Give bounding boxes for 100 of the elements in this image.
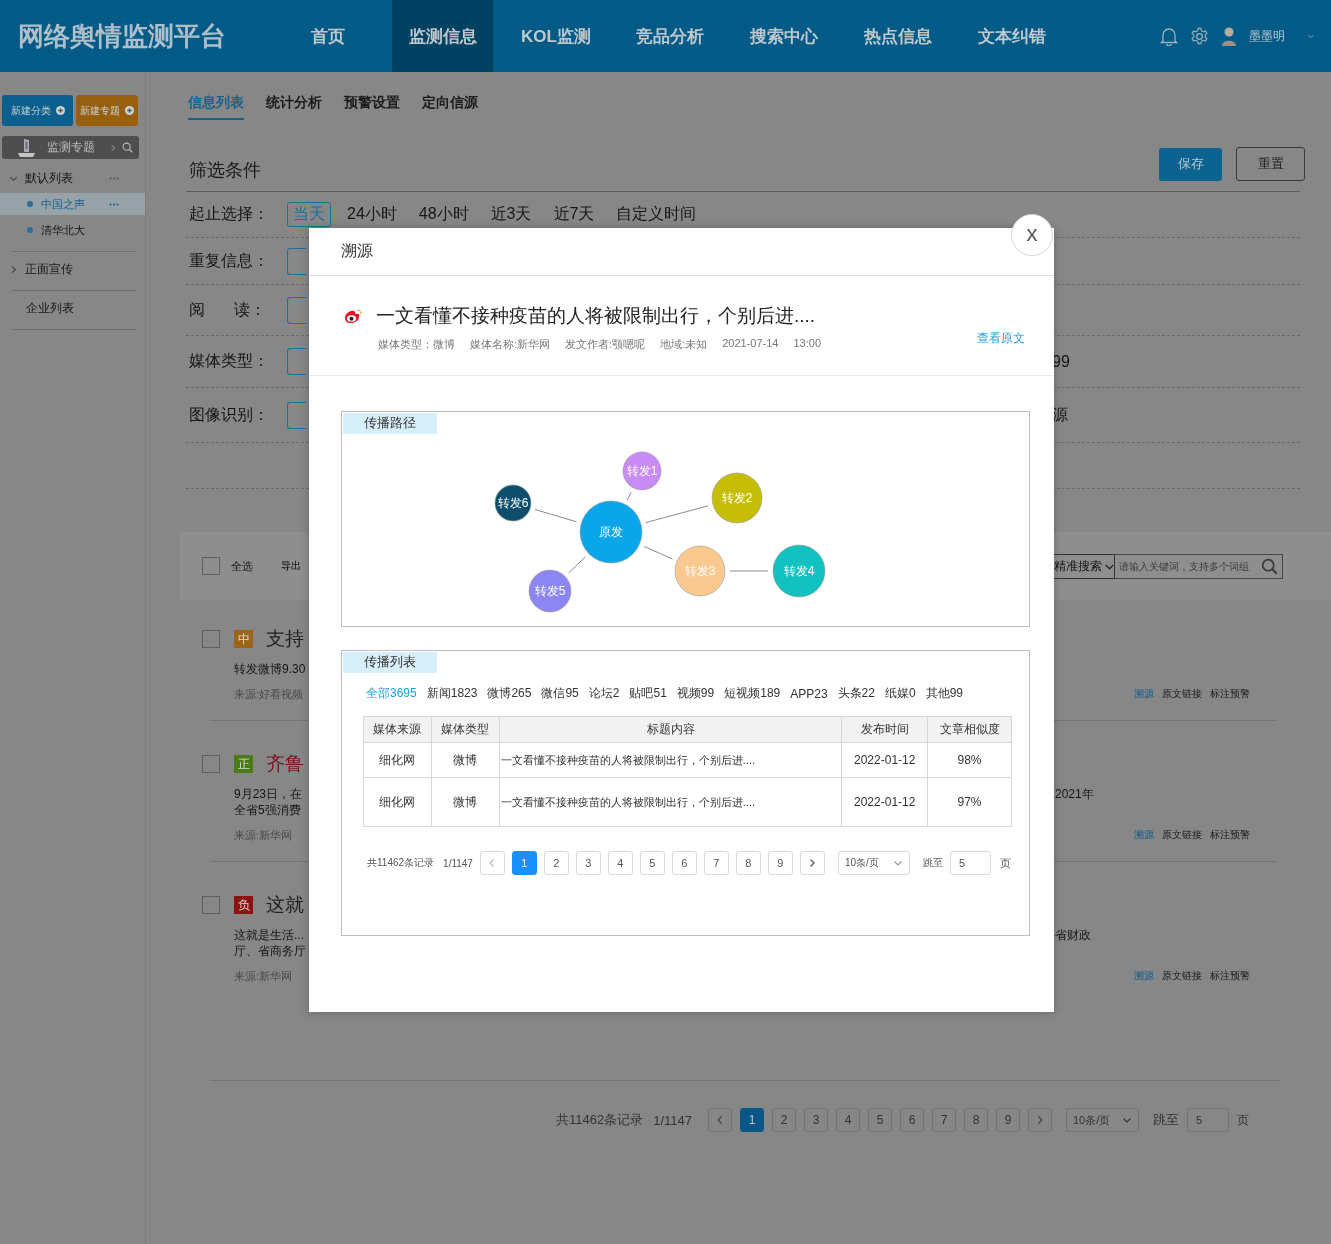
tree-item[interactable]: 清华北大 (0, 219, 145, 241)
media-filter[interactable]: 论坛2 (588, 685, 620, 702)
action-link[interactable]: 原文链接 (1162, 828, 1202, 842)
page-button[interactable]: 1 (511, 851, 537, 875)
filter-option[interactable]: 48小时 (412, 202, 475, 227)
tree-item[interactable]: 中国之声 (0, 193, 145, 215)
page-button[interactable]: 5 (639, 851, 665, 875)
reset-button[interactable]: 重置 (1236, 147, 1305, 181)
graph-node[interactable] (494, 484, 532, 522)
settings-icon[interactable] (1190, 26, 1209, 46)
tree-item[interactable]: 默认列表 (0, 167, 145, 189)
article-title[interactable]: 支持 (266, 626, 304, 652)
option-chip[interactable] (287, 348, 306, 375)
search-icon[interactable] (1261, 557, 1278, 575)
article-checkbox[interactable] (202, 755, 220, 773)
content-tab[interactable]: 统计分析 (266, 94, 322, 120)
new-button[interactable]: 新建专题 (76, 95, 138, 126)
nav-tab[interactable]: 监测信息 (392, 0, 493, 72)
page-button[interactable]: 9 (767, 851, 793, 875)
graph-node[interactable] (579, 500, 643, 564)
close-button[interactable]: x (1011, 214, 1053, 256)
page-button[interactable]: 6 (671, 851, 697, 875)
nav-tab[interactable]: KOL监测 (499, 0, 613, 72)
action-link[interactable]: 标注预警 (1210, 828, 1250, 842)
graph-node[interactable] (674, 545, 726, 597)
save-button[interactable]: 保存 (1159, 147, 1222, 181)
page-button[interactable]: 8 (735, 851, 761, 875)
nav-tab[interactable]: 竞品分析 (613, 0, 727, 72)
filter-option[interactable]: 近3天 (484, 202, 538, 227)
graph-node[interactable] (622, 451, 662, 491)
article-title[interactable]: 齐鲁 (266, 751, 304, 777)
tree-item[interactable]: 正面宣传 (0, 258, 145, 280)
page-button[interactable]: 7 (703, 851, 729, 875)
graph-node[interactable] (711, 472, 763, 524)
page-button[interactable]: 3 (804, 1108, 828, 1132)
page-button[interactable]: 6 (900, 1108, 924, 1132)
content-tab[interactable]: 预警设置 (344, 94, 400, 120)
action-link[interactable]: 标注预警 (1210, 969, 1250, 983)
page-jump-field[interactable]: 5 (1187, 1108, 1229, 1132)
page-button[interactable]: 4 (607, 851, 633, 875)
content-tab[interactable]: 定向信源 (422, 94, 478, 120)
section-title: 筛选条件 (188, 159, 261, 182)
search-icon[interactable] (122, 142, 133, 153)
search-field[interactable]: 请输入关键词，支持多个词组 (1115, 553, 1283, 579)
prev-page-button[interactable] (708, 1108, 732, 1132)
nav-tab[interactable]: 文本纠错 (955, 0, 1069, 72)
more-icon[interactable] (109, 176, 119, 180)
article-checkbox[interactable] (202, 896, 220, 914)
page-button[interactable]: 4 (836, 1108, 860, 1132)
media-filter[interactable]: 头条22 (837, 685, 875, 702)
option-chip[interactable] (287, 401, 306, 429)
media-filter[interactable]: 全部3695 (366, 685, 417, 702)
media-filter[interactable]: 视频99 (676, 685, 715, 702)
bell-icon[interactable] (1160, 26, 1178, 46)
graph-node[interactable] (528, 569, 572, 613)
media-filter[interactable]: 新闻1823 (426, 685, 478, 702)
more-icon[interactable] (109, 202, 119, 206)
nav-tab[interactable]: 首页 (271, 0, 385, 72)
nav-tab[interactable]: 热点信息 (841, 0, 955, 72)
jump-label: 跳至 (1153, 1111, 1179, 1129)
article-title[interactable]: 这就 (266, 892, 304, 918)
page-size-select[interactable]: 10条/页 (837, 851, 910, 875)
option-chip[interactable] (287, 247, 306, 275)
media-filter[interactable]: 短视频189 (724, 685, 781, 702)
media-filter[interactable]: APP23 (790, 685, 828, 702)
export-button[interactable]: 导出 (281, 559, 301, 573)
avatar-icon[interactable] (1221, 26, 1237, 46)
page-button[interactable]: 1 (740, 1108, 764, 1132)
page-size-select[interactable]: 10条/页 (1066, 1108, 1139, 1132)
media-filter[interactable]: 其他99 (925, 685, 963, 702)
action-link[interactable]: 原文链接 (1162, 969, 1202, 983)
select-all-label[interactable]: 全选 (231, 558, 253, 574)
view-original-link[interactable]: 查看原文 (977, 330, 1025, 347)
page-button[interactable]: 7 (932, 1108, 956, 1132)
article-checkbox[interactable] (202, 630, 220, 648)
graph-node[interactable] (772, 544, 826, 598)
new-button[interactable]: 新建分类 (2, 95, 73, 126)
filter-option[interactable]: 24小时 (341, 202, 403, 227)
action-link[interactable]: 标注预警 (1210, 687, 1250, 701)
page-button[interactable]: 2 (772, 1108, 796, 1132)
user-name[interactable]: 墨墨明 (1249, 27, 1285, 45)
select-all-checkbox[interactable] (202, 557, 220, 575)
next-page-button[interactable] (1028, 1108, 1052, 1132)
page-button[interactable]: 3 (575, 851, 601, 875)
tree-item[interactable]: 企业列表 (0, 297, 145, 319)
page-button[interactable]: 2 (543, 851, 569, 875)
page-jump-field[interactable]: 5 (949, 851, 991, 875)
media-filter[interactable]: 微信95 (541, 685, 579, 702)
nav-tab[interactable]: 搜索中心 (727, 0, 841, 72)
filter-option[interactable]: 近7天 (547, 202, 601, 227)
page-button[interactable]: 5 (868, 1108, 892, 1132)
media-filter[interactable]: 贴吧51 (629, 685, 667, 702)
filter-option[interactable]: 自定义时间 (610, 202, 703, 227)
action-link[interactable]: 原文链接 (1162, 687, 1202, 701)
media-filter[interactable]: 微博265 (487, 685, 532, 702)
page-button[interactable]: 8 (964, 1108, 988, 1132)
table-cell: 细化网 (363, 742, 432, 778)
page-button[interactable]: 9 (996, 1108, 1020, 1132)
option-chip[interactable] (287, 296, 306, 324)
media-filter[interactable]: 纸媒0 (884, 685, 916, 702)
